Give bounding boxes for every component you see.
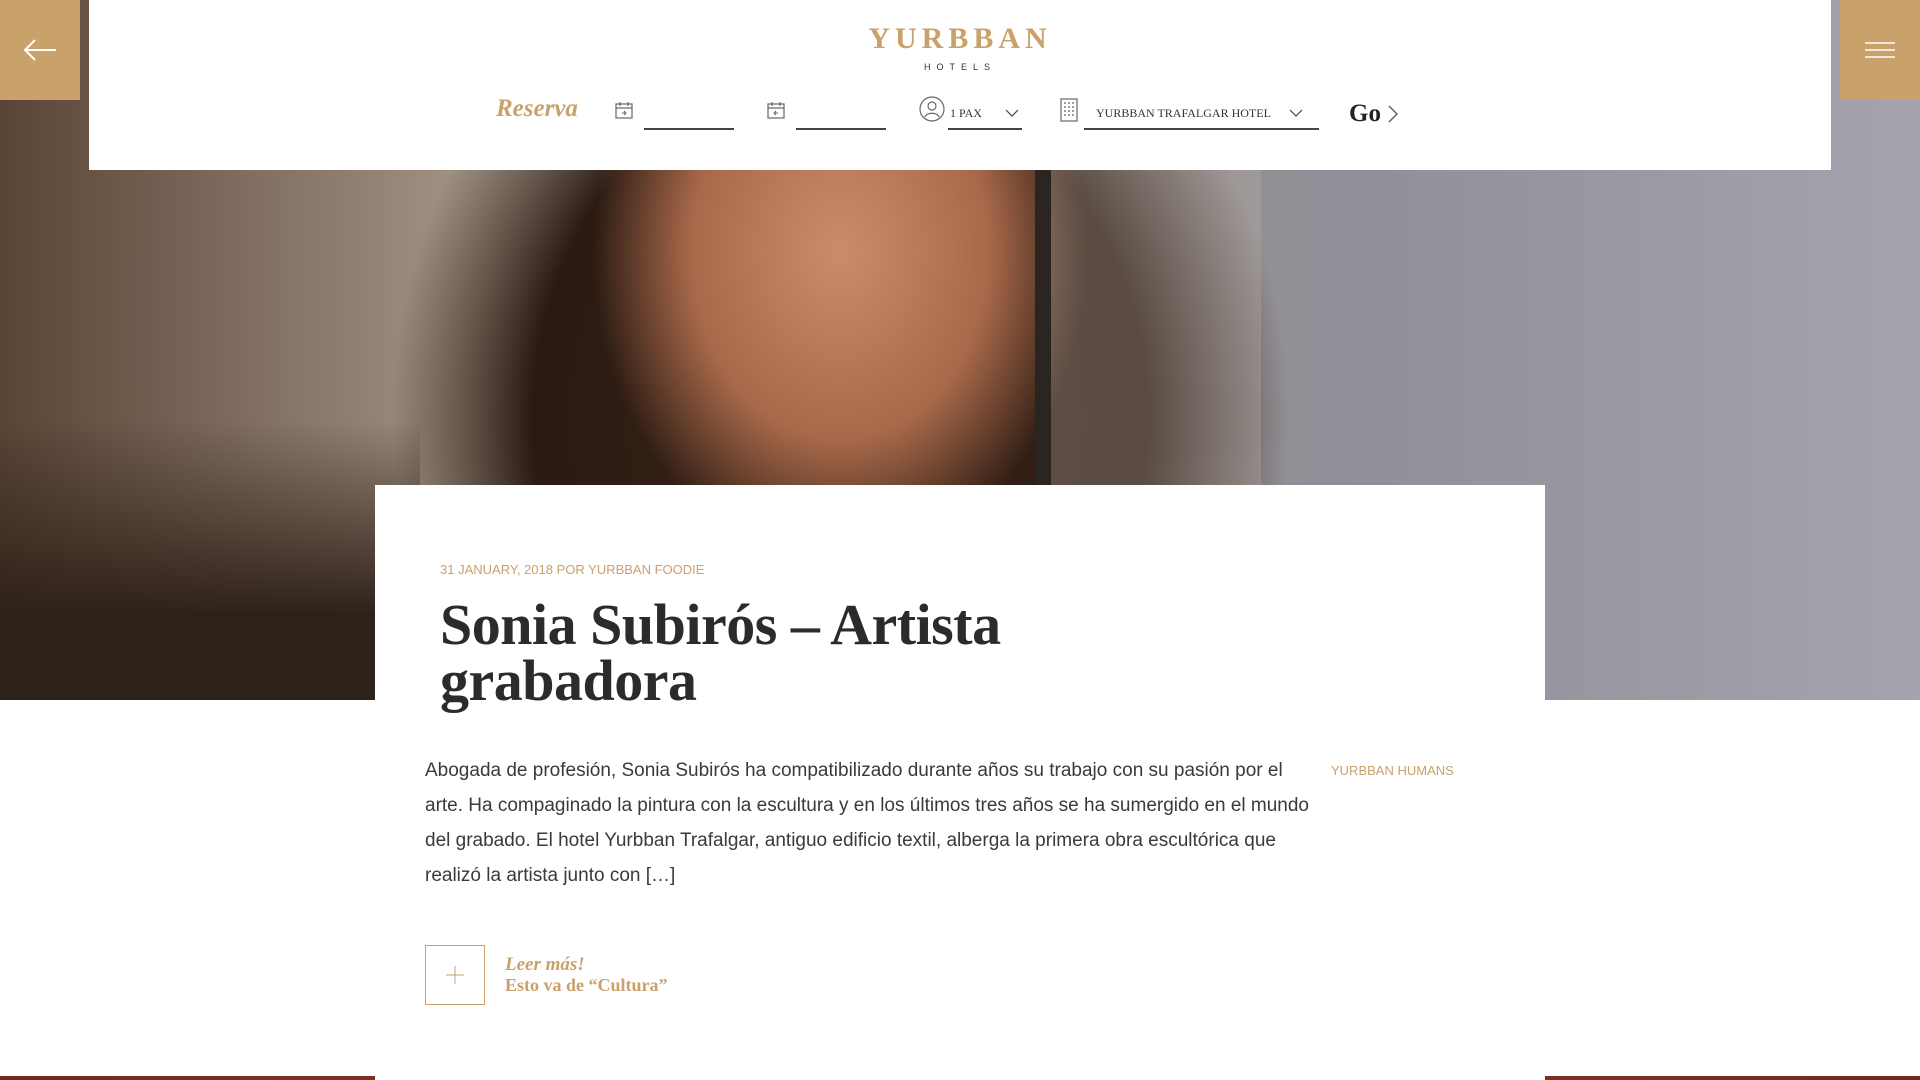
guests-value: 1 PAX xyxy=(950,106,982,120)
logo[interactable]: YURBBAN HOTELS xyxy=(89,22,1831,72)
calendar-checkin-icon xyxy=(615,102,633,119)
read-more-category: Esto va de “Cultura” xyxy=(505,975,668,995)
person-icon xyxy=(919,96,945,122)
checkout-underline xyxy=(796,128,886,130)
article-excerpt: Abogada de profesión, Sonia Subirós ha c… xyxy=(425,760,1309,886)
checkout-field[interactable] xyxy=(766,98,886,130)
checkin-field[interactable] xyxy=(614,98,734,130)
booking-label: Reserva xyxy=(496,95,578,122)
go-label: Go xyxy=(1349,100,1381,127)
hotel-select[interactable]: YURBBAN TRAFALGAR HOTEL xyxy=(1059,98,1319,130)
read-more-text: Leer más! Esto va de “Cultura” xyxy=(505,954,668,996)
hotel-value: YURBBAN TRAFALGAR HOTEL xyxy=(1096,106,1271,120)
chevron-down-icon xyxy=(1289,109,1303,117)
article-card: 31 January, 2018 por Yurbban Foodie Soni… xyxy=(375,485,1545,1080)
read-more-link[interactable]: Leer más! Esto va de “Cultura” xyxy=(425,945,668,1005)
logo-brand: YURBBAN xyxy=(868,22,1052,55)
building-icon xyxy=(1060,98,1078,122)
read-more-box xyxy=(425,945,485,1005)
guests-underline xyxy=(948,128,1022,130)
hero-shadow xyxy=(0,420,420,700)
hotel-underline xyxy=(1084,128,1319,130)
read-more-label: Leer más! xyxy=(505,954,585,975)
chevron-right-icon xyxy=(1388,105,1398,123)
category-tag[interactable]: Yurbban Humans xyxy=(1331,763,1454,778)
arrow-left-icon xyxy=(23,39,56,61)
site-header: YURBBAN HOTELS Reserva 1 PAX YURBBAN TRA… xyxy=(89,0,1831,170)
hamburger-menu-icon xyxy=(1865,42,1895,58)
back-button[interactable] xyxy=(0,0,80,100)
logo-subtitle: HOTELS xyxy=(923,62,996,72)
guests-select[interactable]: 1 PAX xyxy=(919,96,1049,130)
chevron-down-icon xyxy=(1005,109,1019,117)
article-title[interactable]: Sonia Subirós – Artista grabadora xyxy=(440,596,1140,710)
checkin-underline xyxy=(644,128,734,130)
plus-icon xyxy=(446,966,464,984)
menu-button[interactable] xyxy=(1840,0,1920,100)
article-meta: 31 January, 2018 por Yurbban Foodie xyxy=(440,562,705,577)
calendar-checkout-icon xyxy=(767,102,785,119)
booking-form: Reserva 1 PAX YURBBAN TRAFALGAR HOTEL Go xyxy=(89,92,1831,132)
go-button[interactable]: Go xyxy=(1349,100,1399,128)
